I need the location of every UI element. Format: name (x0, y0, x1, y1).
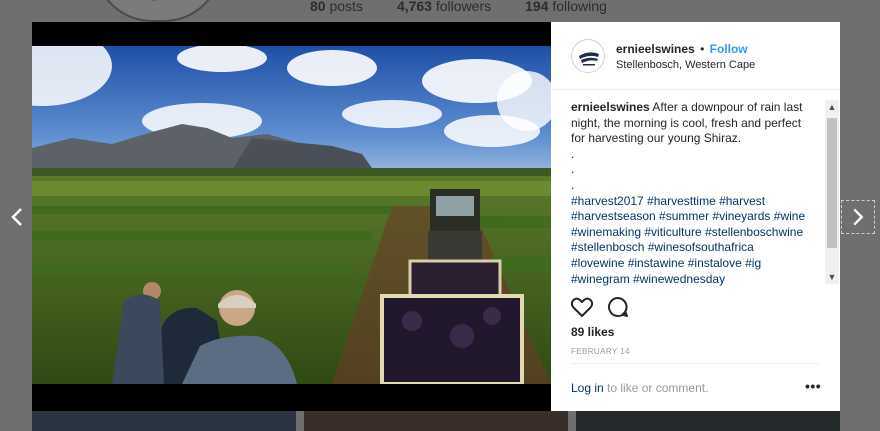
stat-following: 194 following (525, 0, 607, 14)
chevron-right-icon[interactable] (841, 200, 875, 234)
caption-scrollbar[interactable]: ▲ ▼ (825, 100, 839, 284)
caption-username[interactable]: ernieelswines (571, 100, 650, 114)
stat-followers: 4,763 followers (396, 0, 492, 14)
post-modal: ernieelswines • Follow Stellenbosch, Wes… (32, 22, 840, 411)
post-actions (569, 294, 631, 320)
heart-icon[interactable] (569, 294, 595, 320)
stat-posts: 80 posts (310, 0, 363, 14)
location-link[interactable]: Stellenbosch, Western Cape (616, 59, 755, 71)
ernie-els-logo-icon (579, 52, 599, 66)
header-separator: • (700, 42, 705, 56)
section-divider (571, 363, 820, 364)
username-link[interactable]: ernieelswines (616, 42, 695, 56)
caption-dot: . (571, 162, 575, 177)
login-link[interactable]: Log in (571, 381, 604, 395)
more-options-icon[interactable]: ••• (805, 378, 821, 394)
likes-count[interactable]: 89 likes (571, 325, 614, 339)
scroll-up-icon[interactable]: ▲ (825, 100, 839, 114)
header-user-row: ernieelswines • Follow (616, 42, 748, 56)
scrollbar-thumb[interactable] (827, 118, 837, 248)
grid-thumbnail (576, 411, 840, 431)
caption-scroll-area[interactable]: ernieelswines After a downpour of rain l… (571, 100, 829, 288)
post-media (32, 22, 551, 411)
post-date: FEBRUARY 14 (571, 347, 630, 356)
vineyard-harvest-photo (32, 46, 551, 384)
caption-hashtags[interactable]: #harvest2017 #harvesttime #harvest #harv… (571, 194, 809, 288)
profile-grid-thumbnails (32, 411, 840, 431)
grid-thumbnail (304, 411, 568, 431)
profile-avatar (94, 0, 222, 22)
profile-stats: 80 posts 4,763 followers 194 following (310, 0, 607, 14)
follow-button[interactable]: Follow (710, 42, 748, 56)
comment-prompt: Log in to like or comment. (571, 381, 708, 395)
comment-icon[interactable] (605, 294, 631, 320)
post-caption: ernieelswines After a downpour of rain l… (571, 100, 809, 287)
post-sidebar: ernieelswines • Follow Stellenbosch, Wes… (551, 22, 840, 411)
post-header: ernieelswines • Follow Stellenbosch, Wes… (551, 22, 840, 90)
account-avatar[interactable] (571, 39, 605, 73)
comment-prompt-text: to like or comment. (603, 381, 709, 395)
scroll-down-icon[interactable]: ▼ (825, 270, 839, 284)
chevron-left-icon[interactable] (0, 200, 34, 234)
caption-dot: . (571, 146, 575, 161)
caption-dot: . (571, 177, 575, 192)
grid-thumbnail (32, 411, 296, 431)
